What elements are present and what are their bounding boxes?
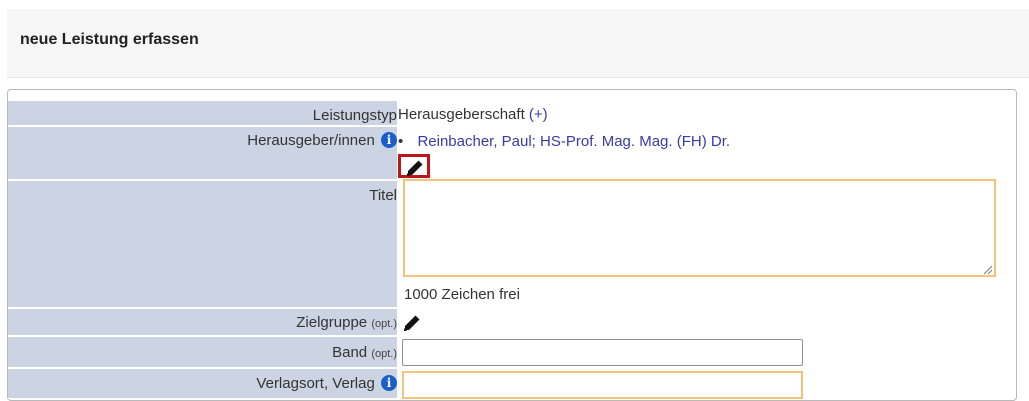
band-input[interactable] bbox=[402, 339, 803, 366]
herausgeber-label: Herausgeber/innen bbox=[247, 132, 375, 149]
verlag-label-wrap: Verlagsort, Verlag i bbox=[256, 375, 397, 392]
herausgeber-label-wrap: Herausgeber/innen i bbox=[247, 132, 397, 149]
verlag-input[interactable] bbox=[402, 371, 803, 399]
zielgruppe-label-wrap: Zielgruppe (opt.) bbox=[296, 314, 397, 331]
label-cell: Herausgeber/innen i bbox=[8, 127, 397, 180]
optional-hint: (opt.) bbox=[371, 318, 397, 330]
resize-grip-icon[interactable] bbox=[983, 265, 993, 275]
page-title: neue Leistung erfassen bbox=[20, 31, 199, 48]
herausgeber-value-cell: • Reinbacher, Paul; HS-Prof. Mag. Mag. (… bbox=[398, 133, 730, 150]
page-header: neue Leistung erfassen bbox=[7, 9, 1029, 78]
verlag-label: Verlagsort, Verlag bbox=[256, 375, 375, 392]
label-cell: Titel bbox=[8, 181, 397, 308]
leistungstyp-label: Leistungstyp bbox=[312, 107, 397, 124]
label-cell: Zielgruppe (opt.) bbox=[8, 309, 397, 336]
bullet: • bbox=[398, 133, 404, 150]
herausgeber-person-link[interactable]: Reinbacher, Paul; HS-Prof. Mag. Mag. (FH… bbox=[417, 133, 730, 150]
optional-hint: (opt.) bbox=[371, 348, 397, 360]
titel-textarea[interactable] bbox=[403, 179, 996, 277]
add-type-link[interactable]: (+) bbox=[529, 106, 548, 123]
edit-zielgruppe-button[interactable] bbox=[398, 312, 430, 336]
row-zielgruppe: Zielgruppe (opt.) bbox=[8, 309, 1016, 336]
leistungstyp-value-cell: Herausgeberschaft (+) bbox=[398, 106, 548, 123]
label-cell: Band (opt.) bbox=[8, 337, 397, 368]
band-label: Band bbox=[332, 344, 368, 361]
pencil-icon bbox=[407, 160, 423, 176]
band-label-wrap: Band (opt.) bbox=[332, 344, 397, 361]
zielgruppe-label: Zielgruppe bbox=[296, 314, 368, 331]
pencil-icon bbox=[404, 315, 420, 331]
info-icon[interactable]: i bbox=[381, 132, 397, 148]
leistungstyp-value: Herausgeberschaft bbox=[398, 106, 525, 123]
chars-left-text: 1000 Zeichen frei bbox=[404, 286, 520, 303]
edit-herausgeber-button[interactable] bbox=[398, 154, 430, 178]
label-cell: Verlagsort, Verlag i bbox=[8, 369, 397, 399]
titel-label: Titel bbox=[369, 187, 397, 204]
label-cell: Leistungstyp bbox=[8, 101, 397, 126]
